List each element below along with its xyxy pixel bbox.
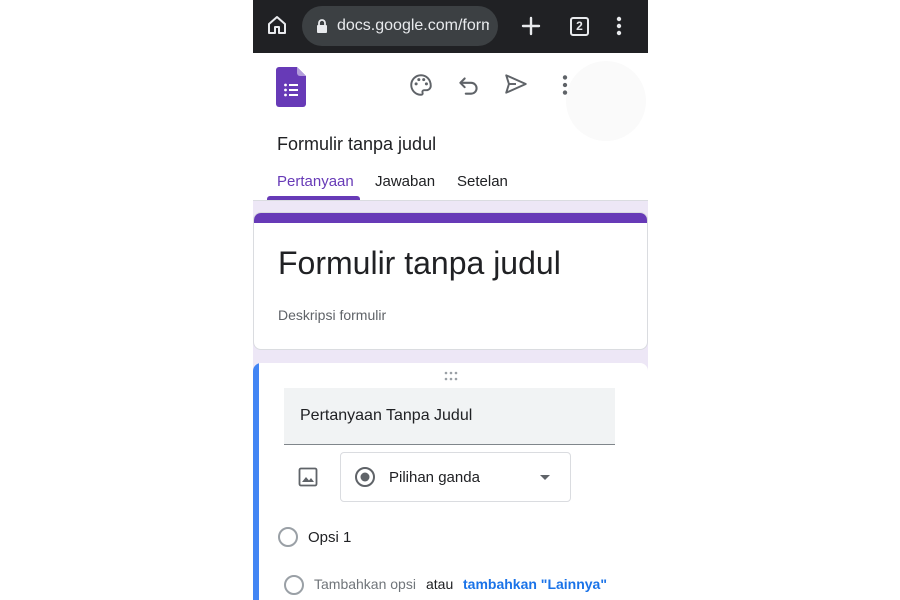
more-icon[interactable] [552,72,578,98]
question-type-label: Pilihan ganda [389,469,480,486]
browser-toolbar: docs.google.com/forms 2 [253,0,648,53]
question-title-input[interactable]: Pertanyaan Tanpa Judul [284,388,615,445]
undo-icon[interactable] [456,72,482,98]
question-title-text: Pertanyaan Tanpa Judul [300,407,473,424]
form-title-card: Formulir tanpa judul Deskripsi formulir [253,212,648,350]
radio-checked-icon [355,467,375,487]
tab-setelan[interactable]: Setelan [457,173,508,190]
document-title[interactable]: Formulir tanpa judul [277,134,436,155]
option-radio [278,527,298,547]
home-icon[interactable] [265,13,289,37]
question-type-dropdown[interactable]: Pilihan ganda [340,452,571,502]
add-option-radio [284,575,304,595]
option-1-label[interactable]: Opsi 1 [308,529,351,546]
menu-icon[interactable] [610,14,628,38]
send-icon[interactable] [503,71,529,97]
or-text: atau [426,576,454,592]
question-focus-accent [253,363,259,600]
caret-down-icon [540,475,550,480]
tab-pertanyaan[interactable]: Pertanyaan [277,173,354,190]
tab-jawaban[interactable]: Jawaban [375,173,435,190]
image-icon[interactable] [296,465,320,489]
question-card: Pertanyaan Tanpa Judul Pilihan ganda Ops… [253,363,648,600]
form-title[interactable]: Formulir tanpa judul [278,245,561,282]
plus-icon[interactable] [519,14,543,38]
add-option-link[interactable]: Tambahkan opsi [314,576,416,592]
active-tab-indicator [267,196,360,200]
drag-handle-icon[interactable] [443,371,459,381]
form-description-field[interactable]: Deskripsi formulir [278,307,386,323]
tabs-icon[interactable]: 2 [570,17,589,36]
lock-icon [317,19,327,33]
phone-screen: docs.google.com/forms 2 Formulir tanpa j… [253,0,648,600]
touch-ripple [566,61,646,141]
title-card-accent [254,213,647,223]
address-bar[interactable]: docs.google.com/forms [302,6,498,46]
add-other-link[interactable]: tambahkan "Lainnya" [463,576,607,592]
url-text: docs.google.com/forms [337,17,489,34]
forms-logo-icon [276,67,306,107]
app-header: Formulir tanpa judul Pertanyaan Jawaban … [253,53,648,201]
palette-icon[interactable] [408,72,434,98]
